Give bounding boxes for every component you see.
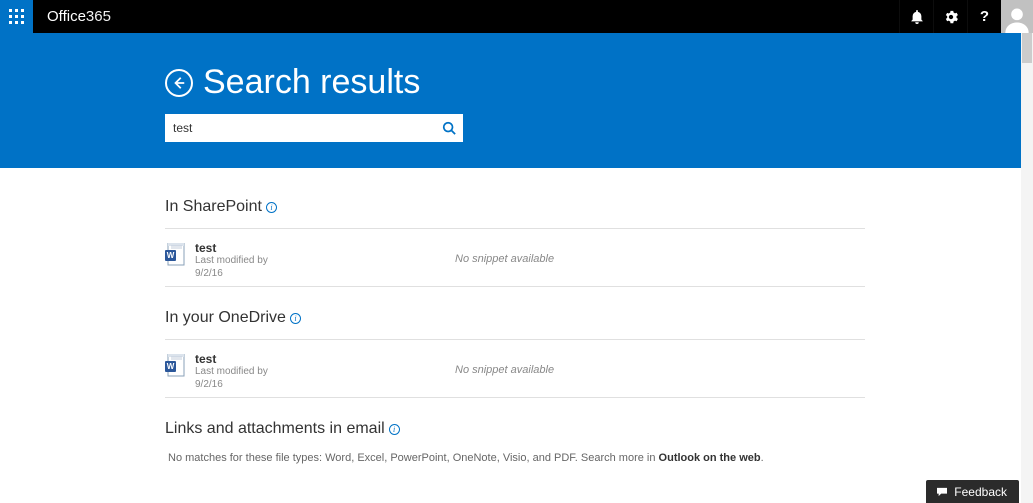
result-modified-label: Last modified by <box>195 366 455 379</box>
help-button[interactable]: ? <box>967 0 1001 33</box>
gear-icon <box>944 10 958 24</box>
page-title: Search results <box>203 63 420 102</box>
word-doc-icon: W <box>165 243 187 280</box>
arrow-left-icon <box>172 76 186 90</box>
waffle-icon <box>9 9 24 24</box>
email-note-text: No matches for these file types: Word, E… <box>168 452 659 464</box>
outlook-link[interactable]: Outlook on the web <box>659 452 761 464</box>
result-meta: test Last modified by 9/2/16 <box>195 241 455 280</box>
speech-bubble-icon <box>936 487 948 497</box>
app-launcher-button[interactable] <box>0 0 33 33</box>
search-input[interactable] <box>165 114 435 142</box>
info-icon[interactable]: i <box>389 424 400 435</box>
section-title-text: In SharePoint <box>165 198 262 216</box>
search-submit-button[interactable] <box>435 121 463 135</box>
info-icon[interactable]: i <box>290 313 301 324</box>
section-email: Links and attachments in email i No matc… <box>165 420 860 464</box>
email-note: No matches for these file types: Word, E… <box>165 452 860 464</box>
section-onedrive: In your OneDrive i W test Last modified … <box>165 309 860 398</box>
svg-text:W: W <box>167 251 175 260</box>
section-title-email: Links and attachments in email i <box>165 420 860 438</box>
notifications-button[interactable] <box>899 0 933 33</box>
search-icon <box>442 121 456 135</box>
result-snippet: No snippet available <box>455 241 554 280</box>
section-title-text: Links and attachments in email <box>165 420 385 438</box>
section-title-onedrive: In your OneDrive i <box>165 309 860 327</box>
search-hero: Search results <box>0 33 1033 168</box>
brand-label: Office 365 <box>33 0 125 33</box>
result-snippet: No snippet available <box>455 352 554 391</box>
back-button[interactable] <box>165 69 193 97</box>
brand-prefix: Office <box>47 8 86 25</box>
result-row[interactable]: W test Last modified by 9/2/16 No snippe… <box>165 237 865 287</box>
bell-icon <box>910 10 924 24</box>
settings-button[interactable] <box>933 0 967 33</box>
feedback-label: Feedback <box>954 485 1007 499</box>
svg-text:W: W <box>167 362 175 371</box>
section-title-text: In your OneDrive <box>165 309 286 327</box>
result-modified-label: Last modified by <box>195 255 455 268</box>
scrollbar[interactable] <box>1021 33 1033 503</box>
brand-suffix: 365 <box>86 8 111 25</box>
result-meta: test Last modified by 9/2/16 <box>195 352 455 391</box>
feedback-button[interactable]: Feedback <box>926 480 1019 503</box>
result-date: 9/2/16 <box>195 268 455 281</box>
results-area: In SharePoint i W test Last modified by … <box>0 168 860 464</box>
divider <box>165 228 865 229</box>
section-title-sharepoint: In SharePoint i <box>165 198 860 216</box>
person-icon <box>1003 5 1031 33</box>
email-note-suffix: . <box>761 452 764 464</box>
account-avatar[interactable] <box>1001 0 1033 33</box>
section-sharepoint: In SharePoint i W test Last modified by … <box>165 198 860 287</box>
result-name: test <box>195 241 455 255</box>
result-row[interactable]: W test Last modified by 9/2/16 No snippe… <box>165 348 865 398</box>
scrollbar-thumb[interactable] <box>1022 33 1032 63</box>
word-doc-icon: W <box>165 354 187 391</box>
top-bar: Office 365 ? <box>0 0 1033 33</box>
result-date: 9/2/16 <box>195 379 455 392</box>
result-name: test <box>195 352 455 366</box>
divider <box>165 339 865 340</box>
info-icon[interactable]: i <box>266 202 277 213</box>
search-box <box>165 114 463 142</box>
